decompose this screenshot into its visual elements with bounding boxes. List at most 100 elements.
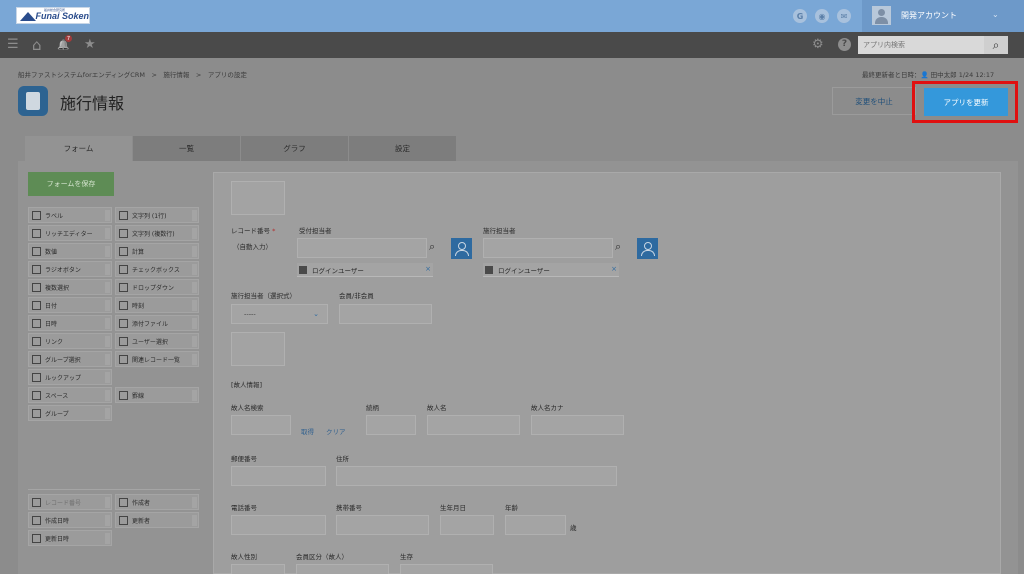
drag-handle-icon[interactable] [192, 282, 197, 293]
drag-handle-icon[interactable] [105, 318, 110, 329]
account-menu[interactable]: 開発アカウント ⌄ [862, 0, 1024, 32]
tab-form[interactable]: フォーム [25, 136, 133, 161]
fetch-link[interactable]: 取得 [301, 426, 314, 436]
drag-handle-icon[interactable] [105, 372, 110, 383]
drag-handle-icon[interactable] [192, 354, 197, 365]
drag-handle-icon[interactable] [105, 264, 110, 275]
clear-link[interactable]: クリア [326, 426, 346, 436]
drag-handle-icon[interactable] [105, 282, 110, 293]
drag-handle-icon[interactable] [105, 390, 110, 401]
palette-item[interactable]: 作成日時 [28, 512, 112, 528]
cancel-changes-button[interactable]: 変更を中止 [832, 87, 916, 115]
address-input[interactable] [336, 466, 617, 486]
drag-handle-icon[interactable] [192, 300, 197, 311]
form-space-block[interactable] [231, 332, 285, 366]
deceased-name-input[interactable] [427, 415, 520, 435]
close-icon[interactable]: × [611, 265, 617, 273]
member-input[interactable] [339, 304, 432, 324]
reception-staff-input[interactable] [297, 238, 427, 258]
drag-handle-icon[interactable] [192, 336, 197, 347]
app-search-input[interactable] [858, 36, 984, 54]
palette-item[interactable]: ルックアップ [28, 369, 112, 385]
drag-handle-icon[interactable] [105, 515, 110, 526]
palette-item[interactable]: 更新日時 [28, 530, 112, 546]
breadcrumb[interactable]: 船井ファストシステムforエンディングCRM > 施行情報 > アプリの設定 [18, 69, 247, 79]
phone-input[interactable] [231, 515, 326, 535]
drag-handle-icon[interactable] [192, 515, 197, 526]
drag-handle-icon[interactable] [105, 497, 110, 508]
close-icon[interactable]: × [425, 265, 431, 273]
palette-item[interactable]: 添付ファイル [115, 315, 199, 331]
drag-handle-icon[interactable] [105, 300, 110, 311]
palette-item[interactable]: スペース [28, 387, 112, 403]
drag-handle-icon[interactable] [192, 497, 197, 508]
palette-item[interactable]: 日付 [28, 297, 112, 313]
company-logo[interactable]: 船井総合研究所 Funai Soken [16, 7, 90, 24]
user-select-icon[interactable] [451, 238, 472, 259]
palette-item[interactable]: レコード番号 [28, 494, 112, 510]
mobile-input[interactable] [336, 515, 429, 535]
user-select-icon[interactable] [637, 238, 658, 259]
palette-item[interactable]: 複数選択 [28, 279, 112, 295]
palette-item[interactable]: 作成者 [115, 494, 199, 510]
gender-input[interactable] [231, 564, 285, 574]
palette-item[interactable]: 日時 [28, 315, 112, 331]
drag-handle-icon[interactable] [105, 408, 110, 419]
palette-item[interactable]: 数値 [28, 243, 112, 259]
search-icon[interactable]: ⌕ [429, 240, 443, 256]
drag-handle-icon[interactable] [105, 354, 110, 365]
palette-item[interactable]: 計算 [115, 243, 199, 259]
drag-handle-icon[interactable] [105, 228, 110, 239]
garoon-icon[interactable]: G [793, 9, 807, 23]
search-button[interactable]: ⌕ [984, 36, 1008, 54]
palette-item[interactable]: 時刻 [115, 297, 199, 313]
drag-handle-icon[interactable] [192, 318, 197, 329]
star-icon[interactable]: ★ [84, 38, 96, 52]
execution-staff-dropdown[interactable]: ----- ⌄ [231, 304, 328, 324]
palette-item[interactable]: 文字列 (複数行) [115, 225, 199, 241]
birthday-input[interactable] [440, 515, 494, 535]
palette-item[interactable]: ユーザー選択 [115, 333, 199, 349]
palette-item[interactable]: リンク [28, 333, 112, 349]
drag-handle-icon[interactable] [105, 210, 110, 221]
palette-item[interactable]: 文字列 (1行) [115, 207, 199, 223]
palette-item[interactable]: 更新者 [115, 512, 199, 528]
palette-item[interactable]: リッチエディター [28, 225, 112, 241]
tab-settings[interactable]: 設定 [349, 136, 457, 161]
drag-handle-icon[interactable] [105, 246, 110, 257]
drag-handle-icon[interactable] [192, 228, 197, 239]
deceased-search-input[interactable] [231, 415, 291, 435]
drag-handle-icon[interactable] [105, 336, 110, 347]
form-space-block[interactable] [231, 181, 285, 215]
drag-handle-icon[interactable] [192, 390, 197, 401]
search-icon[interactable]: ⌕ [615, 240, 629, 256]
tab-graph[interactable]: グラフ [241, 136, 349, 161]
palette-item[interactable]: ラベル [28, 207, 112, 223]
drag-handle-icon[interactable] [192, 210, 197, 221]
relation-input[interactable] [366, 415, 416, 435]
deceased-kana-input[interactable] [531, 415, 624, 435]
mail-icon[interactable]: ✉ [837, 9, 851, 23]
gear-icon[interactable]: ⚙ [812, 38, 824, 52]
drag-handle-icon[interactable] [192, 246, 197, 257]
palette-item[interactable]: ドロップダウン [115, 279, 199, 295]
alive-input[interactable] [400, 564, 493, 574]
drag-handle-icon[interactable] [192, 264, 197, 275]
member-type-input[interactable] [296, 564, 389, 574]
tab-list[interactable]: 一覧 [133, 136, 241, 161]
help-icon[interactable]: ? [838, 38, 851, 51]
palette-item[interactable]: 罫線 [115, 387, 199, 403]
home-icon[interactable]: ⌂ [32, 38, 42, 53]
menu-icon[interactable]: ☰ [7, 38, 19, 52]
office-icon[interactable]: ◉ [815, 9, 829, 23]
execution-staff-input[interactable] [483, 238, 613, 258]
palette-item[interactable]: ラジオボタン [28, 261, 112, 277]
postal-code-input[interactable] [231, 466, 326, 486]
palette-item[interactable]: グループ [28, 405, 112, 421]
drag-handle-icon[interactable] [105, 533, 110, 544]
palette-item[interactable]: 関連レコード一覧 [115, 351, 199, 367]
palette-item[interactable]: チェックボックス [115, 261, 199, 277]
palette-item[interactable]: グループ選択 [28, 351, 112, 367]
save-form-button[interactable]: フォームを保存 [28, 172, 114, 196]
age-input[interactable] [505, 515, 566, 535]
